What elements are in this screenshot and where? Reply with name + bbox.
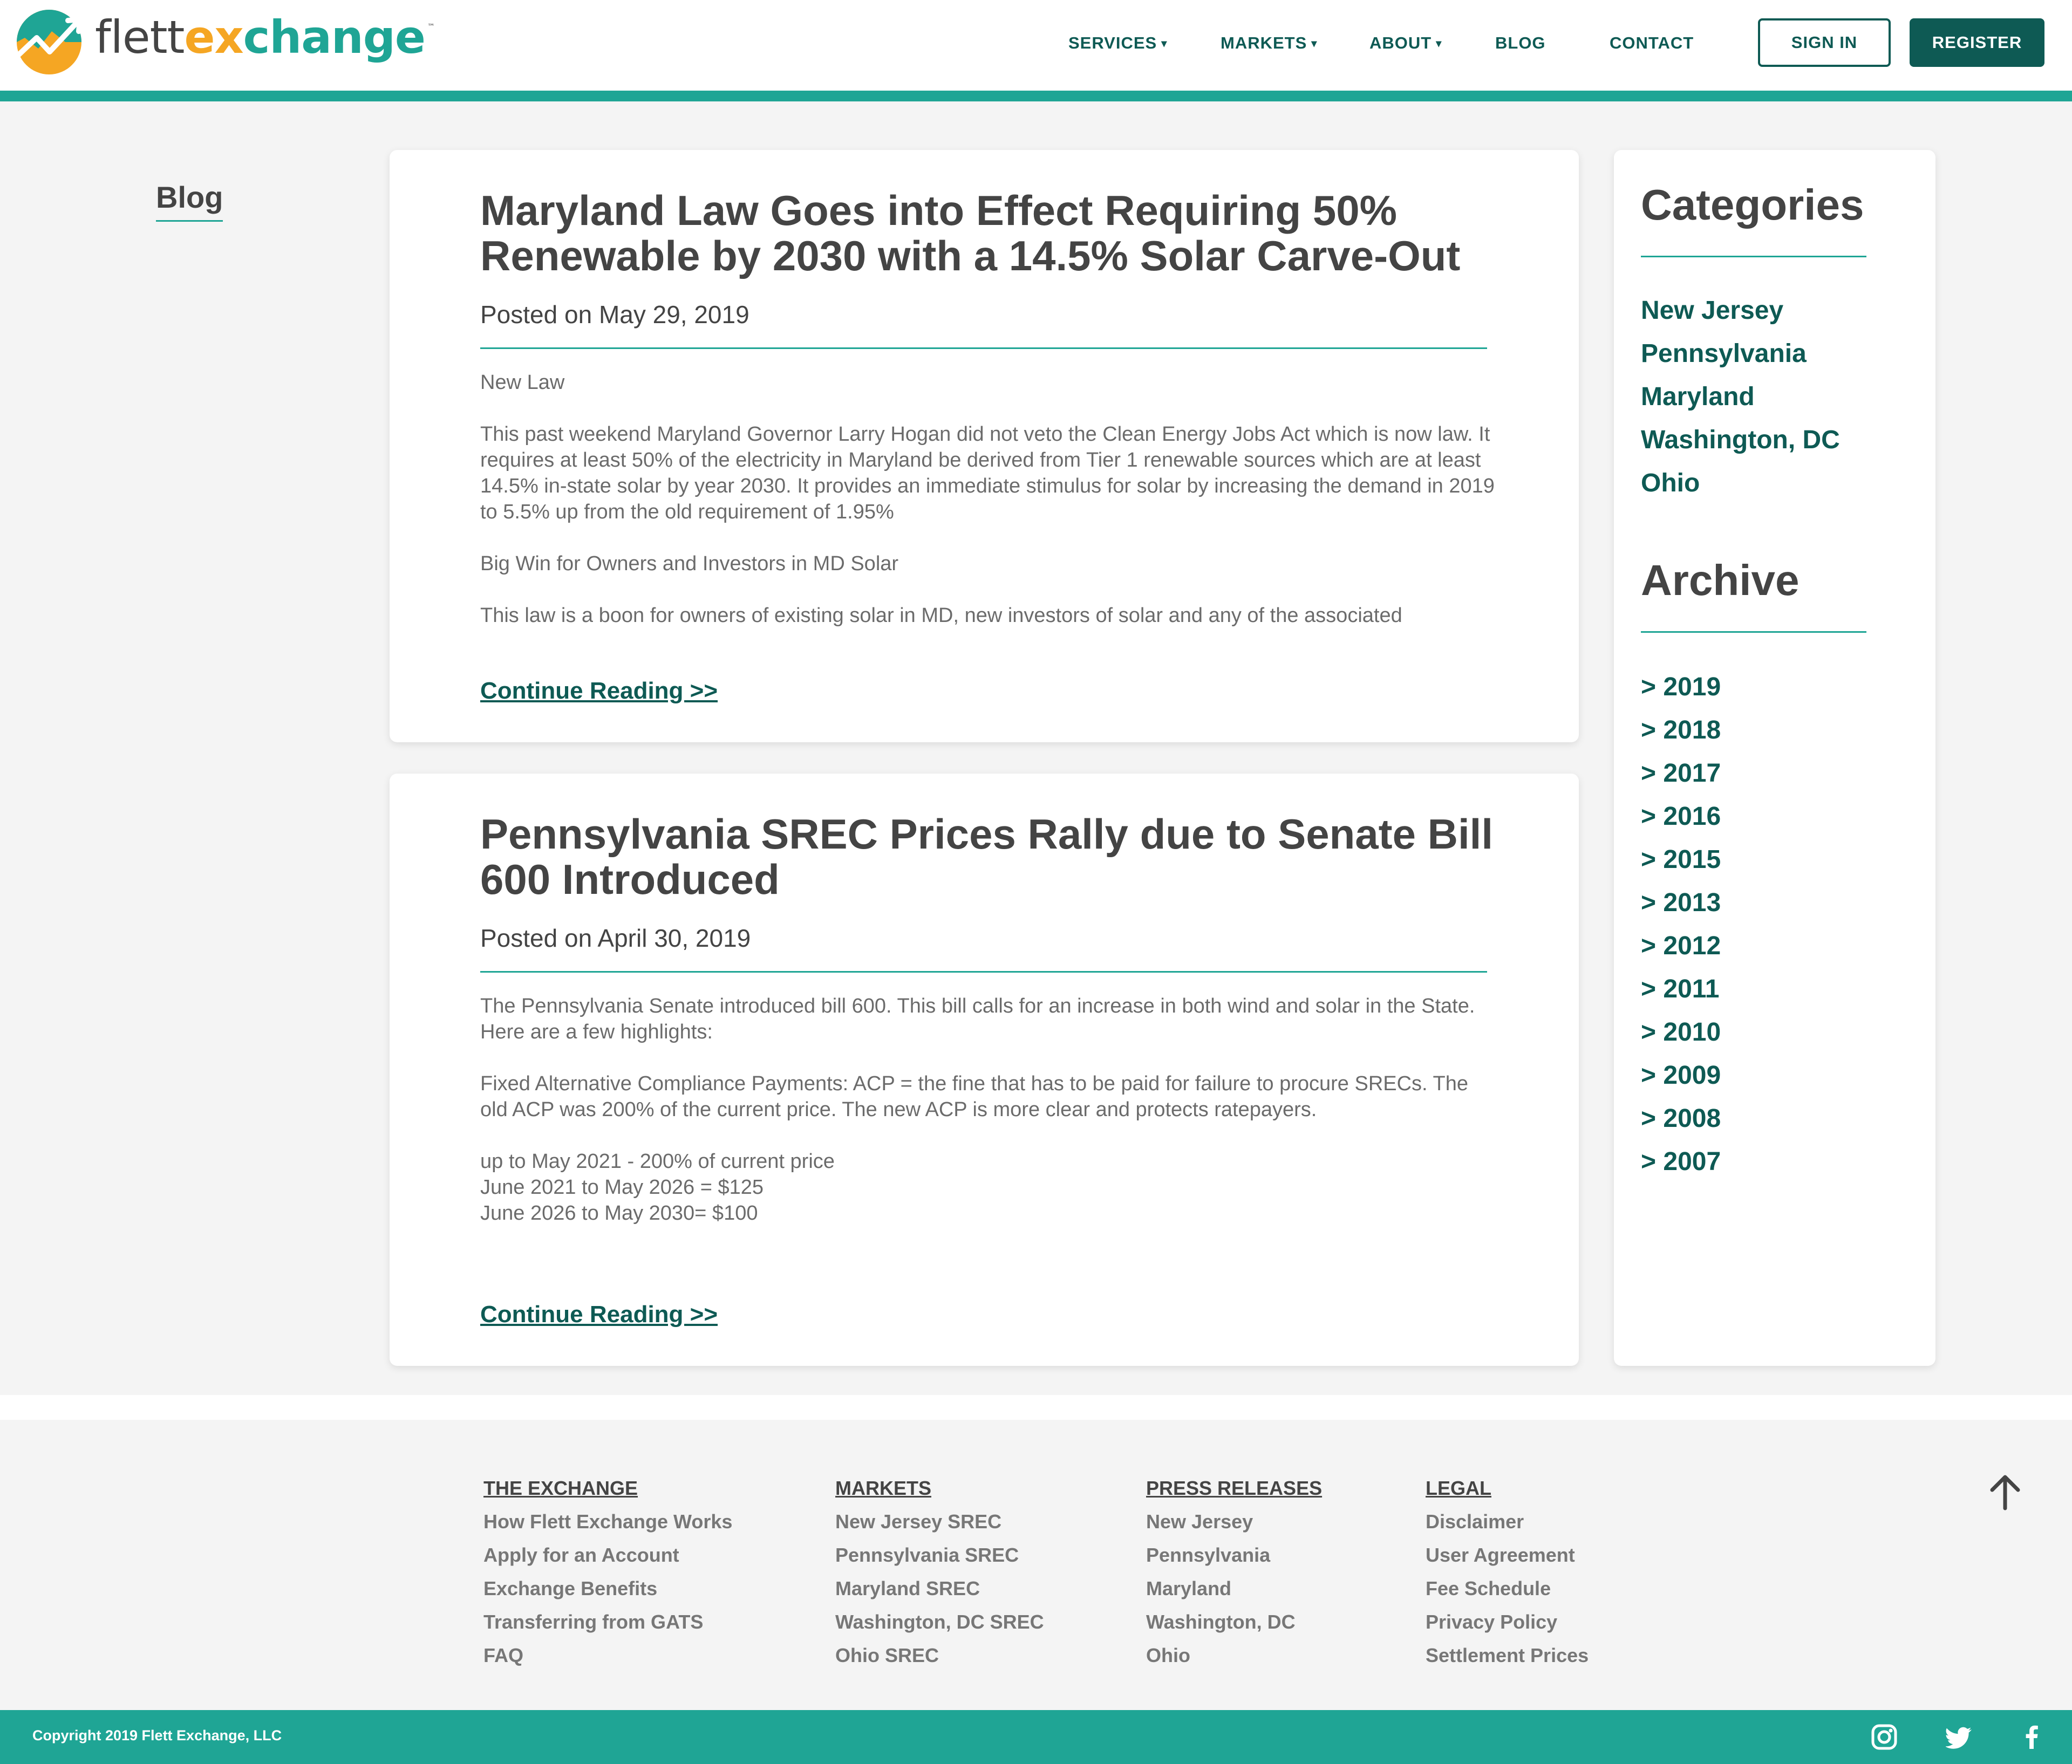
footer-heading: THE EXCHANGE [483,1477,638,1499]
nav-markets[interactable]: MARKETS ▾ [1221,33,1317,53]
nav-contact[interactable]: CONTACT [1610,33,1694,53]
footer-heading: PRESS RELEASES [1146,1477,1323,1499]
twitter-icon[interactable] [1946,1723,1974,1751]
category-link[interactable]: Pennsylvania [1641,339,1807,368]
facebook-icon[interactable] [2018,1723,2046,1751]
footer-link[interactable]: Ohio SREC [835,1644,939,1667]
archive-year-link[interactable]: > 2008 [1641,1104,1721,1133]
footer-link[interactable]: Fee Schedule [1426,1577,1551,1600]
post-paragraph: Fixed Alternative Compliance Payments: A… [480,1072,1468,1121]
footer-heading: LEGAL [1426,1477,1491,1499]
archive-year-link[interactable]: > 2015 [1641,845,1721,874]
post-title[interactable]: Maryland Law Goes into Effect Requiring … [480,188,1499,278]
archive-year-link[interactable]: > 2018 [1641,715,1721,745]
post-divider [480,347,1487,349]
sidebar: Categories New Jersey Pennsylvania Maryl… [1614,150,1935,1366]
caret-down-icon: ▾ [1161,38,1168,50]
archive-year-link[interactable]: > 2016 [1641,802,1721,831]
footer-link[interactable]: Pennsylvania SREC [835,1544,1019,1567]
footer-heading: MARKETS [835,1477,931,1499]
page-section-label: Blog [156,180,223,222]
footer-link[interactable]: New Jersey [1146,1510,1253,1533]
footer-link[interactable]: Washington, DC [1146,1611,1296,1633]
archive-year-link[interactable]: > 2007 [1641,1147,1721,1177]
copyright-bar: Copyright 2019 Flett Exchange, LLC [0,1710,2072,1764]
category-link[interactable]: Ohio [1641,468,1700,498]
logo-wordmark: flettexchange ™ [95,11,435,64]
post-paragraph: This past weekend Maryland Governor Larr… [480,423,1495,523]
footer-link[interactable]: Pennsylvania [1146,1544,1270,1567]
caret-down-icon: ▾ [1436,38,1442,50]
sidebar-divider [1641,631,1866,633]
sidebar-divider [1641,256,1866,257]
nav-services[interactable]: SERVICES ▾ [1068,33,1167,53]
header-accent-bar [0,91,2072,101]
footer-link[interactable]: New Jersey SREC [835,1510,1001,1533]
post-title[interactable]: Pennsylvania SREC Prices Rally due to Se… [480,811,1499,902]
arrow-up-icon[interactable] [1986,1473,2025,1512]
archive-year-link[interactable]: > 2013 [1641,888,1721,918]
footer-link[interactable]: Maryland [1146,1577,1231,1600]
post-paragraph: Big Win for Owners and Investors in MD S… [480,552,899,575]
footer-link[interactable]: Disclaimer [1426,1510,1524,1533]
continue-reading-link[interactable]: Continue Reading >> [480,678,718,705]
category-link[interactable]: Maryland [1641,382,1755,412]
post-date: Posted on April 30, 2019 [480,924,751,952]
flett-exchange-logo[interactable]: flettexchange ™ [14,5,435,76]
footer-link[interactable]: Exchange Benefits [483,1577,657,1600]
footer-separator [0,1395,2072,1420]
footer-link[interactable]: Transferring from GATS [483,1611,703,1633]
nav-blog[interactable]: BLOG [1495,33,1546,53]
footer-link[interactable]: How Flett Exchange Works [483,1510,732,1533]
footer-link[interactable]: Settlement Prices [1426,1644,1589,1667]
footer-link[interactable]: FAQ [483,1644,523,1667]
post-paragraph: This law is a boon for owners of existin… [480,604,1402,627]
archive-year-link[interactable]: > 2011 [1641,974,1720,1004]
blog-post-card: Maryland Law Goes into Effect Requiring … [390,150,1579,742]
sign-in-button[interactable]: SIGN IN [1758,18,1891,67]
site-header: flettexchange ™ SERVICES ▾ MARKETS ▾ ABOUT ▾… [0,0,2072,91]
category-link[interactable]: New Jersey [1641,296,1783,325]
footer-link[interactable]: Privacy Policy [1426,1611,1557,1633]
post-paragraph: The Pennsylvania Senate introduced bill … [480,995,1475,1043]
categories-heading: Categories [1641,181,1864,229]
archive-year-link[interactable]: > 2010 [1641,1017,1721,1047]
footer-link[interactable]: Washington, DC SREC [835,1611,1044,1633]
copyright-text: Copyright 2019 Flett Exchange, LLC [32,1727,282,1744]
instagram-icon[interactable] [1870,1723,1898,1751]
caret-down-icon: ▾ [1311,38,1318,50]
register-button[interactable]: REGISTER [1910,18,2044,67]
archive-year-link[interactable]: > 2017 [1641,758,1721,788]
archive-year-link[interactable]: > 2009 [1641,1061,1721,1090]
category-link[interactable]: Washington, DC [1641,425,1840,455]
footer-link[interactable]: Maryland SREC [835,1577,980,1600]
blog-post-card: Pennsylvania SREC Prices Rally due to Se… [390,774,1579,1366]
site-footer [0,1420,2072,1710]
footer-link[interactable]: Ohio [1146,1644,1190,1667]
post-date: Posted on May 29, 2019 [480,300,749,329]
footer-link[interactable]: User Agreement [1426,1544,1575,1567]
archive-heading: Archive [1641,556,1800,604]
continue-reading-link[interactable]: Continue Reading >> [480,1301,718,1328]
archive-year-link[interactable]: > 2019 [1641,672,1721,702]
post-excerpt: The Pennsylvania Senate introduced bill … [480,993,1499,1226]
nav-about[interactable]: ABOUT ▾ [1369,33,1442,53]
footer-link[interactable]: Apply for an Account [483,1544,679,1567]
post-paragraph: New Law [480,371,565,394]
post-excerpt: New Law This past weekend Maryland Gover… [480,370,1499,628]
logo-mark-icon [16,10,83,74]
archive-year-link[interactable]: > 2012 [1641,931,1721,961]
post-divider [480,971,1487,973]
post-paragraph: up to May 2021 - 200% of current price J… [480,1150,835,1225]
